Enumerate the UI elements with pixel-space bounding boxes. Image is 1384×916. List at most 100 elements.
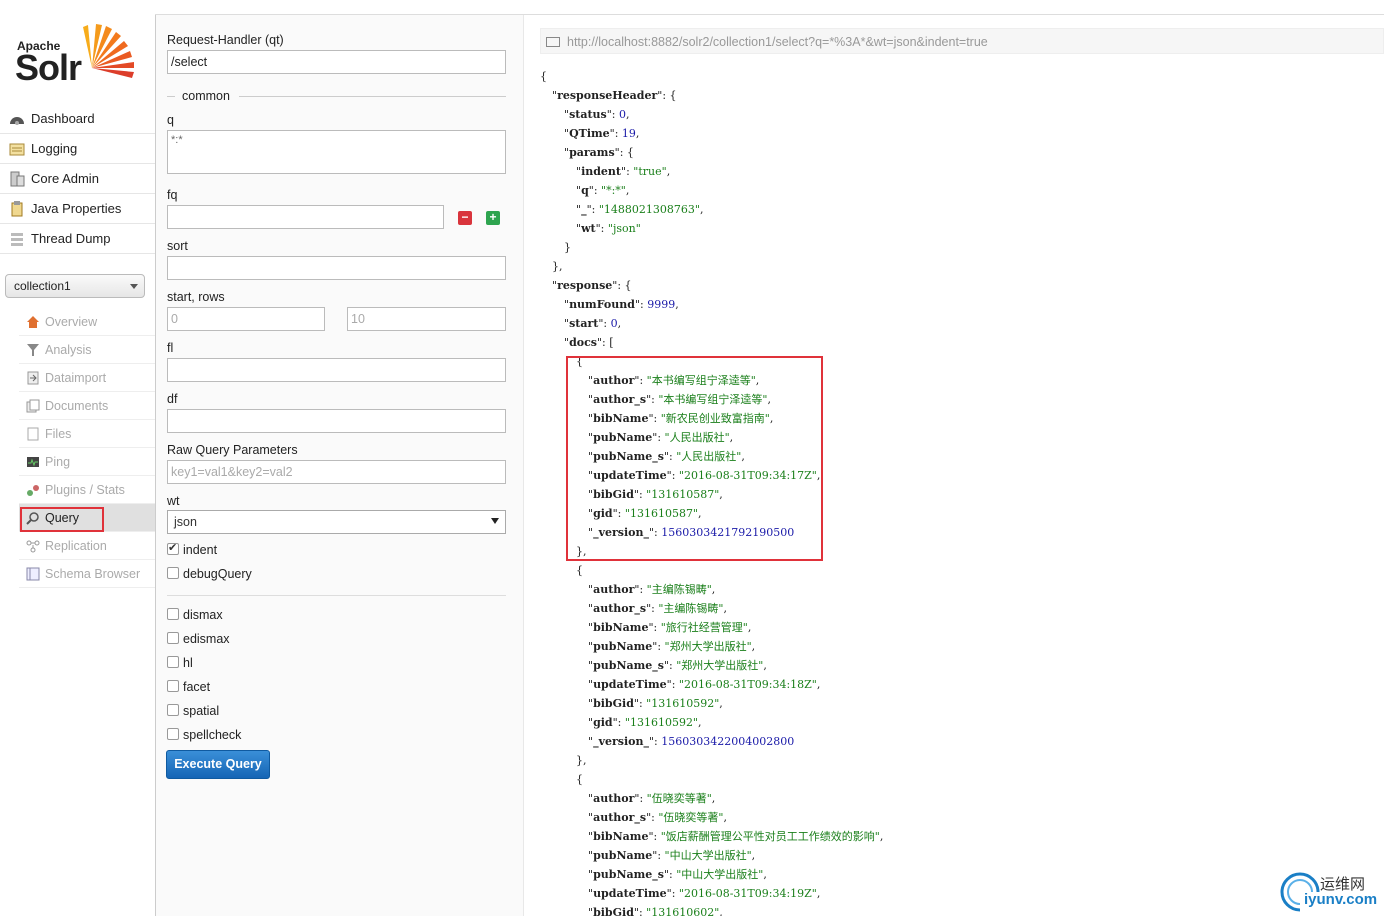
json-punct: , <box>711 583 716 596</box>
json-string: "*:*" <box>601 184 626 197</box>
json-punct: ": <box>634 583 647 596</box>
json-line: "wt": "json" <box>540 219 883 238</box>
spellcheck-checkbox[interactable] <box>167 728 179 740</box>
json-punct: , <box>751 640 756 653</box>
q-label: q <box>167 113 174 127</box>
json-key: author_s <box>593 602 647 615</box>
nav-dashboard[interactable]: Dashboard <box>0 104 156 134</box>
core-nav-overview[interactable]: Overview <box>19 308 156 336</box>
json-key: gid <box>593 716 613 729</box>
ping-icon <box>26 455 40 469</box>
fl-input[interactable] <box>167 358 506 382</box>
indent-checkbox[interactable] <box>167 541 179 555</box>
json-key: author_s <box>593 811 647 824</box>
json-key: pubName <box>593 849 653 862</box>
json-string: "郑州大学出版社" <box>676 659 764 672</box>
json-key: bibName <box>593 621 649 634</box>
json-key: bibGid <box>593 697 634 710</box>
dismax-checkbox[interactable] <box>167 608 179 620</box>
minus-icon: − <box>461 210 469 224</box>
fq-input[interactable] <box>167 205 444 229</box>
core-nav-analysis[interactable]: Analysis <box>19 336 156 364</box>
json-line: "docs": [ <box>540 333 883 352</box>
core-nav-label: Schema Browser <box>45 566 141 581</box>
json-string: "1488021308763" <box>598 203 700 216</box>
sort-input[interactable] <box>167 256 506 280</box>
q-textarea[interactable]: *:* <box>167 130 506 174</box>
edismax-checkbox[interactable] <box>167 632 179 644</box>
json-string: "主编陈锡畴" <box>658 602 724 615</box>
json-key: params <box>569 146 615 159</box>
core-nav-documents[interactable]: Documents <box>19 392 156 420</box>
json-line: "bibGid": "131610602", <box>540 903 883 916</box>
json-key: QTime <box>569 127 610 140</box>
remove-fq-button[interactable]: − <box>458 211 472 225</box>
core-nav-ping[interactable]: Ping <box>19 448 156 476</box>
json-punct: ": <box>646 811 659 824</box>
json-string: "旅行社经营管理" <box>660 621 748 634</box>
raw-query-input[interactable]: key1=val1&key2=val2 <box>167 460 506 484</box>
debug-query-checkbox[interactable] <box>167 567 179 579</box>
facet-checkbox[interactable] <box>167 680 179 692</box>
json-key: bibGid <box>593 906 634 916</box>
rows-input[interactable]: 10 <box>347 307 506 331</box>
json-string: "伍晓奕等著" <box>658 811 724 824</box>
json-punct: ": <box>652 849 665 862</box>
nav-core-admin[interactable]: Core Admin <box>0 164 156 194</box>
replication-icon <box>26 539 40 553</box>
add-fq-button[interactable]: + <box>486 211 500 225</box>
json-punct: , <box>626 108 630 121</box>
handler-input[interactable]: /select <box>167 50 506 74</box>
json-string: "主编陈锡畴" <box>646 583 712 596</box>
json-key: q <box>581 184 589 197</box>
nav-java-properties[interactable]: Java Properties <box>0 194 156 224</box>
json-key: responseHeader <box>557 89 658 102</box>
dismax-label: dismax <box>183 608 223 622</box>
json-key: pubName <box>593 640 653 653</box>
core-nav-replication[interactable]: Replication <box>19 532 156 560</box>
json-punct: { <box>540 70 547 83</box>
start-input[interactable]: 0 <box>167 307 325 331</box>
nav-thread-dump[interactable]: Thread Dump <box>0 224 156 254</box>
documents-icon <box>26 399 40 413</box>
wt-select[interactable]: json <box>167 510 506 534</box>
core-nav-label: Dataimport <box>45 370 107 385</box>
json-key: _version_ <box>593 735 649 748</box>
home-icon <box>26 315 40 329</box>
json-key: bibName <box>593 830 649 843</box>
core-nav-files[interactable]: Files <box>19 420 156 448</box>
json-punct: ": { <box>614 146 634 159</box>
core-nav-plugins-stats[interactable]: Plugins / Stats <box>19 476 156 504</box>
json-punct: , <box>879 830 884 843</box>
json-punct: ": { <box>612 279 632 292</box>
json-punct: ": <box>648 735 662 748</box>
json-key: docs <box>569 336 597 349</box>
core-selector[interactable]: collection1 <box>5 274 145 298</box>
result-url-bar[interactable]: http://localhost:8882/solr2/collection1/… <box>540 28 1384 54</box>
solr-logo[interactable]: Apache Solr <box>14 22 140 88</box>
json-punct: , <box>617 317 622 330</box>
execute-query-button[interactable]: Execute Query <box>166 750 270 779</box>
json-string: "2016-08-31T09:34:18Z" <box>678 678 817 691</box>
json-punct: ": <box>633 697 647 710</box>
wt-label: wt <box>167 494 180 508</box>
df-input[interactable] <box>167 409 506 433</box>
json-key: updateTime <box>593 678 667 691</box>
spatial-checkbox[interactable] <box>167 704 179 716</box>
json-line: "gid": "131610592", <box>540 713 883 732</box>
json-punct: , <box>675 298 679 311</box>
core-nav-dataimport[interactable]: Dataimport <box>19 364 156 392</box>
json-number: 19 <box>621 127 636 140</box>
nav-label: Java Properties <box>31 201 122 216</box>
result-url[interactable]: http://localhost:8882/solr2/collection1/… <box>567 35 988 49</box>
json-string: "json" <box>607 222 641 235</box>
solr-sun-icon <box>83 24 134 78</box>
schema-icon <box>26 567 40 581</box>
query-highlight-box <box>20 507 104 532</box>
json-punct: , <box>816 887 821 900</box>
json-line: "author": "主编陈锡畴", <box>540 580 883 599</box>
json-string: "中山大学出版社" <box>676 868 764 881</box>
hl-checkbox[interactable] <box>167 656 179 668</box>
nav-logging[interactable]: Logging <box>0 134 156 164</box>
core-nav-schema-browser[interactable]: Schema Browser <box>19 560 156 588</box>
